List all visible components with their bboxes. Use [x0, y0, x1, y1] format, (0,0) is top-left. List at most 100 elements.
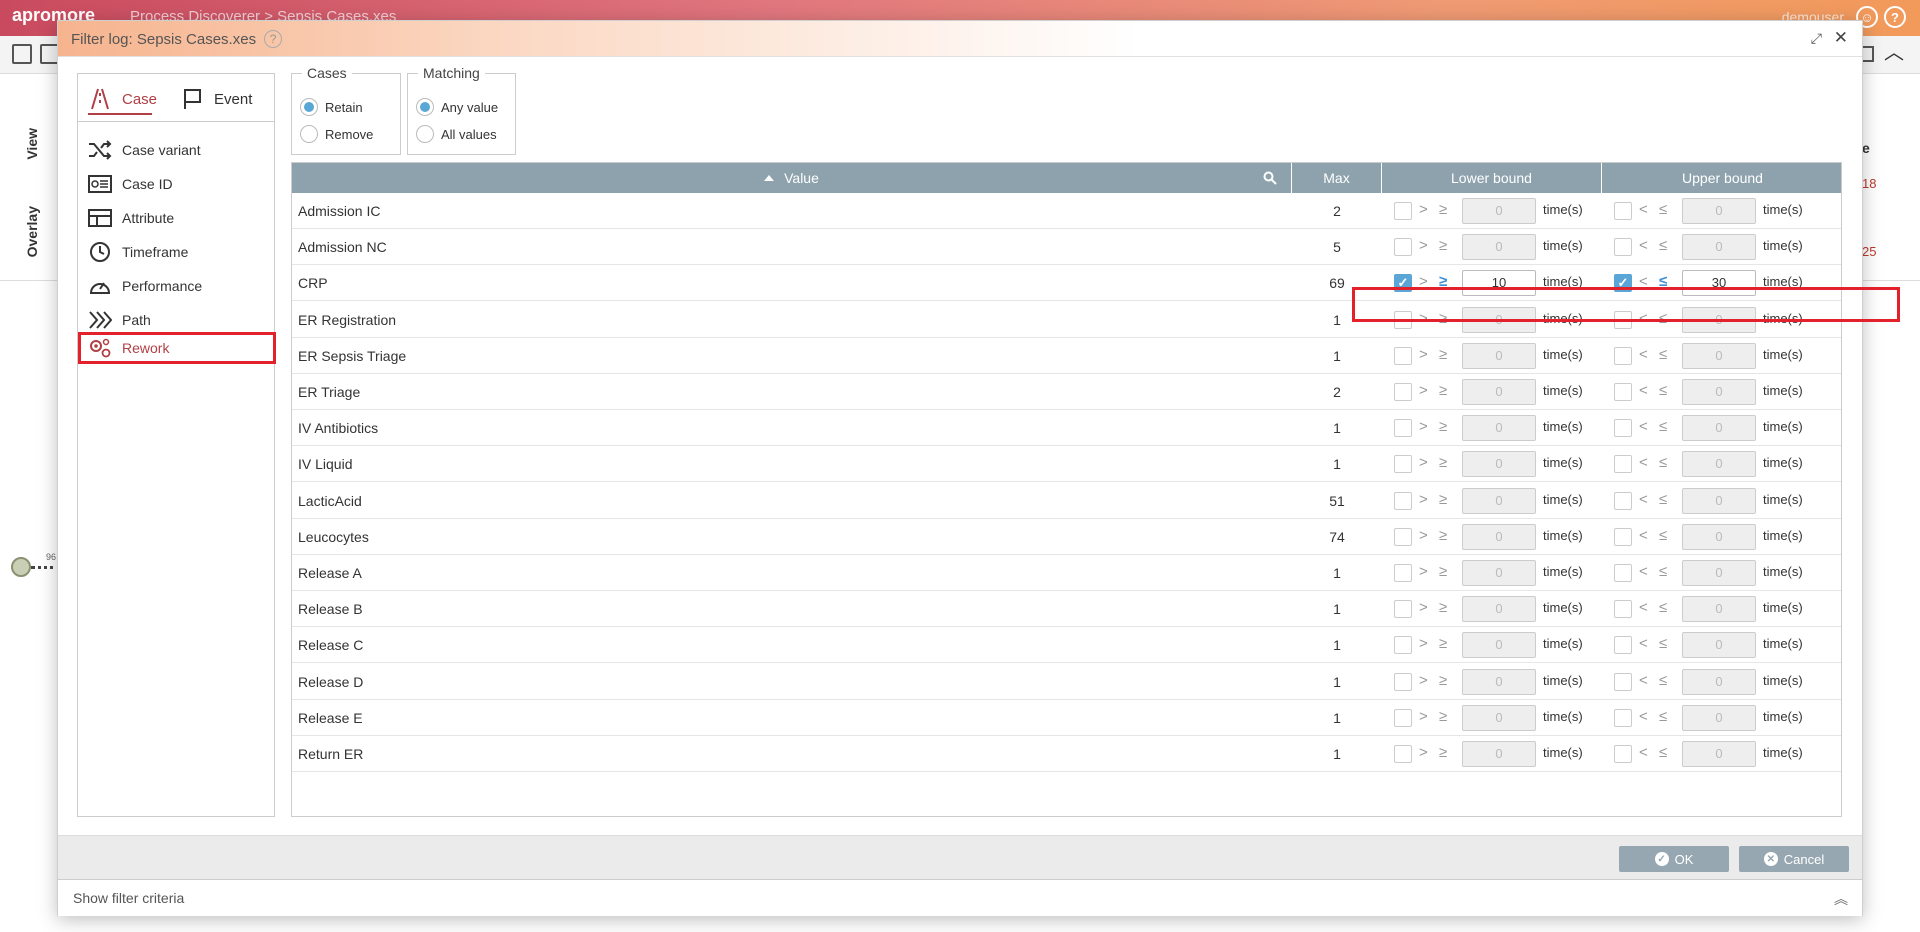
lower-bound-checkbox[interactable] — [1394, 310, 1412, 329]
lower-bound-input[interactable]: 0 — [1462, 379, 1536, 405]
all-values-radio[interactable]: All values — [416, 125, 497, 143]
lt-operator[interactable]: < — [1639, 672, 1648, 689]
lower-bound-input[interactable]: 0 — [1462, 596, 1536, 623]
lt-operator[interactable]: < — [1639, 454, 1648, 471]
lt-operator[interactable]: < — [1639, 201, 1648, 218]
upper-bound-input[interactable]: 30 — [1682, 270, 1756, 297]
upper-bound-checkbox[interactable] — [1614, 455, 1632, 474]
gt-operator[interactable]: > — [1419, 237, 1428, 254]
ge-operator[interactable]: ≥ — [1439, 310, 1447, 327]
le-operator[interactable]: ≤ — [1659, 635, 1667, 652]
upper-bound-checkbox[interactable] — [1614, 419, 1632, 438]
le-operator[interactable]: ≤ — [1659, 491, 1667, 508]
max-column-header[interactable]: Max — [1292, 163, 1382, 193]
gt-operator[interactable]: > — [1419, 599, 1428, 616]
ge-operator[interactable]: ≥ — [1439, 237, 1447, 254]
lt-operator[interactable]: < — [1639, 491, 1648, 508]
ge-operator[interactable]: ≥ — [1439, 672, 1447, 689]
value-column-header[interactable]: Value — [292, 163, 1292, 193]
upper-bound-checkbox[interactable] — [1614, 383, 1632, 401]
upper-bound-checkbox[interactable] — [1614, 527, 1632, 546]
upper-bound-checkbox[interactable] — [1614, 636, 1632, 655]
lower-bound-checkbox[interactable] — [1394, 672, 1412, 691]
chevron-up-icon[interactable]: ︿ — [1884, 43, 1904, 63]
ge-operator[interactable]: ≥ — [1439, 201, 1447, 218]
filter-criteria-bar[interactable]: Show filter criteria ︽ — [58, 879, 1862, 916]
gt-operator[interactable]: > — [1419, 563, 1428, 580]
lower-bound-input[interactable]: 0 — [1462, 632, 1536, 659]
upper-bound-checkbox[interactable] — [1614, 238, 1632, 257]
gt-operator[interactable]: > — [1419, 491, 1428, 508]
lt-operator[interactable]: < — [1639, 708, 1648, 725]
gt-operator[interactable]: > — [1419, 527, 1428, 544]
lower-bound-checkbox[interactable] — [1394, 527, 1412, 546]
le-operator[interactable]: ≤ — [1659, 346, 1667, 363]
lower-bound-checkbox[interactable] — [1394, 455, 1412, 474]
upper-bound-input[interactable]: 0 — [1682, 704, 1756, 731]
document-icon[interactable] — [12, 44, 32, 64]
le-operator[interactable]: ≤ — [1659, 382, 1667, 399]
nav-case-variant[interactable]: Case variant — [86, 134, 266, 166]
ge-operator[interactable]: ≥ — [1439, 273, 1447, 290]
ge-operator[interactable]: ≥ — [1439, 491, 1447, 508]
gt-operator[interactable]: > — [1419, 201, 1428, 218]
any-value-radio[interactable]: Any value — [416, 98, 498, 116]
show-filter-criteria[interactable]: Show filter criteria — [73, 890, 184, 906]
lower-bound-checkbox[interactable] — [1394, 564, 1412, 582]
upper-bound-input[interactable]: 0 — [1682, 632, 1756, 659]
tab-case[interactable]: Case — [88, 88, 157, 115]
upper-bound-input[interactable]: 0 — [1682, 234, 1756, 261]
upper-bound-checkbox[interactable] — [1614, 745, 1632, 763]
nav-timeframe[interactable]: Timeframe — [86, 236, 266, 268]
upper-bound-checkbox[interactable] — [1614, 600, 1632, 619]
le-operator[interactable]: ≤ — [1659, 273, 1667, 290]
gt-operator[interactable]: > — [1419, 310, 1428, 327]
chevron-up-icon[interactable]: ︽ — [1834, 889, 1848, 909]
lower-bound-checkbox[interactable] — [1394, 346, 1412, 365]
upper-bound-checkbox[interactable] — [1614, 491, 1632, 510]
lower-bound-input[interactable]: 0 — [1462, 704, 1536, 731]
ge-operator[interactable]: ≥ — [1439, 454, 1447, 471]
gt-operator[interactable]: > — [1419, 418, 1428, 435]
upper-bound-checkbox[interactable] — [1614, 672, 1632, 691]
lower-bound-input[interactable]: 0 — [1462, 234, 1536, 261]
upper-bound-checkbox[interactable] — [1614, 202, 1632, 220]
lower-bound-input[interactable]: 0 — [1462, 741, 1536, 767]
ge-operator[interactable]: ≥ — [1439, 382, 1447, 399]
lower-bound-checkbox[interactable] — [1394, 600, 1412, 619]
lower-bound-input[interactable]: 0 — [1462, 342, 1536, 369]
ge-operator[interactable]: ≥ — [1439, 418, 1447, 435]
search-icon[interactable] — [1263, 171, 1277, 185]
gt-operator[interactable]: > — [1419, 744, 1428, 761]
upper-bound-input[interactable]: 0 — [1682, 198, 1756, 224]
lower-bound-input[interactable]: 0 — [1462, 415, 1536, 442]
lower-bound-input[interactable]: 0 — [1462, 198, 1536, 224]
remove-radio[interactable]: Remove — [300, 125, 373, 143]
upper-bound-input[interactable]: 0 — [1682, 379, 1756, 405]
ge-operator[interactable]: ≥ — [1439, 708, 1447, 725]
gt-operator[interactable]: > — [1419, 708, 1428, 725]
upper-bound-input[interactable]: 0 — [1682, 415, 1756, 442]
lt-operator[interactable]: < — [1639, 527, 1648, 544]
nav-case-id[interactable]: Case ID — [86, 168, 266, 200]
ge-operator[interactable]: ≥ — [1439, 346, 1447, 363]
lower-bound-checkbox[interactable] — [1394, 202, 1412, 220]
lower-bound-checkbox[interactable] — [1394, 636, 1412, 655]
lower-bound-input[interactable]: 0 — [1462, 451, 1536, 478]
le-operator[interactable]: ≤ — [1659, 708, 1667, 725]
ge-operator[interactable]: ≥ — [1439, 599, 1447, 616]
gt-operator[interactable]: > — [1419, 672, 1428, 689]
le-operator[interactable]: ≤ — [1659, 527, 1667, 544]
upper-bound-checkbox[interactable] — [1614, 346, 1632, 365]
retain-radio[interactable]: Retain — [300, 98, 363, 116]
view-panel-label[interactable]: View — [24, 128, 40, 160]
lt-operator[interactable]: < — [1639, 273, 1648, 290]
start-node[interactable] — [11, 557, 31, 577]
lower-bound-input[interactable]: 0 — [1462, 668, 1536, 695]
gt-operator[interactable]: > — [1419, 635, 1428, 652]
ge-operator[interactable]: ≥ — [1439, 744, 1447, 761]
lower-bound-checkbox[interactable] — [1394, 745, 1412, 763]
lower-bound-input[interactable]: 0 — [1462, 560, 1536, 586]
le-operator[interactable]: ≤ — [1659, 310, 1667, 327]
upper-bound-checkbox[interactable] — [1614, 564, 1632, 582]
